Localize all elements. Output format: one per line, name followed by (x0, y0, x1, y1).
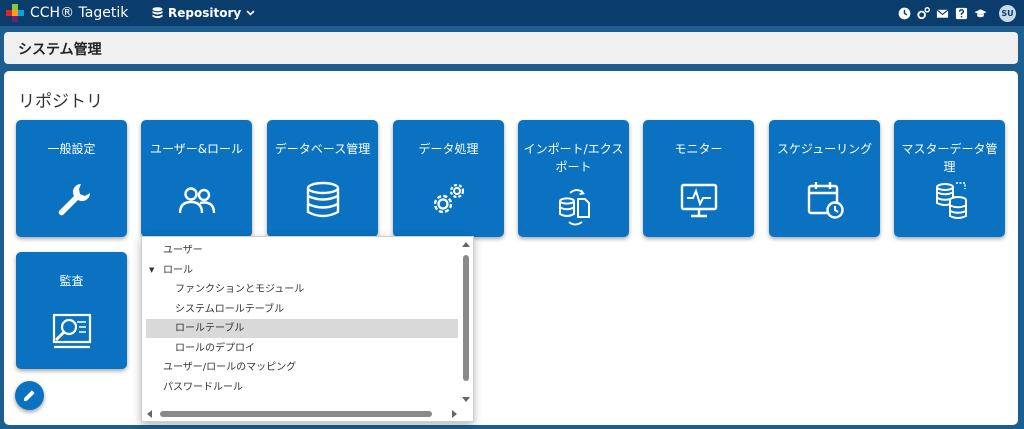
scroll-thumb[interactable] (160, 411, 432, 417)
section-title: リポジトリ (18, 92, 103, 112)
calendar-clock-icon (803, 178, 847, 222)
tile-label: スケジューリング (776, 142, 873, 156)
scroll-thumb[interactable] (463, 255, 469, 381)
scroll-up-icon[interactable] (462, 242, 470, 247)
repository-label: Repository (168, 6, 242, 20)
import-export-icon (552, 184, 596, 228)
scroll-left-icon[interactable] (147, 410, 152, 418)
wrench-icon (50, 178, 94, 222)
repository-selector[interactable]: Repository (152, 4, 255, 22)
graduation-cap-icon[interactable] (974, 7, 987, 20)
vertical-scrollbar[interactable] (461, 239, 471, 405)
tile-label: モニター (674, 142, 723, 156)
caret-down-icon[interactable]: ▼ (149, 261, 154, 280)
help-icon[interactable] (955, 7, 968, 20)
edit-button[interactable] (15, 381, 44, 410)
tagetik-logo-icon (6, 4, 24, 22)
mail-icon[interactable] (936, 7, 949, 20)
tile-users-roles[interactable]: ユーザー&ロール (141, 120, 252, 237)
audit-icon (50, 310, 94, 354)
tile-monitor[interactable]: モニター (643, 120, 754, 237)
tree-item-roles[interactable]: ▼ ロール (146, 261, 458, 280)
monitor-icon (677, 178, 721, 222)
tile-data-processing[interactable]: データ処理 (393, 120, 504, 237)
tree-item-system-role-table[interactable]: システムロールテーブル (146, 300, 458, 319)
scroll-down-icon[interactable] (462, 397, 470, 402)
gears-icon (427, 178, 471, 222)
app-brand: CCH® Tagetik (30, 5, 129, 21)
users-roles-dropdown[interactable]: ユーザー ▼ ロール ファンクションとモジュール システムロールテーブル ロール… (141, 236, 474, 422)
tile-audit[interactable]: 監査 (16, 252, 127, 369)
tile-database-management[interactable]: データベース管理 (267, 120, 378, 237)
page-header: システム管理 (4, 32, 1018, 64)
horizontal-scrollbar[interactable] (144, 409, 460, 419)
tree-item-user-role-mapping[interactable]: ユーザー/ロールのマッピング (146, 358, 458, 377)
tree-item-functions-modules[interactable]: ファンクションとモジュール (146, 280, 458, 299)
database-icon (152, 7, 163, 19)
tile-scheduling[interactable]: スケジューリング (769, 120, 880, 237)
users-icon (175, 178, 219, 222)
scroll-right-icon[interactable] (452, 410, 457, 418)
pencil-icon (23, 390, 35, 402)
top-icons: SU (898, 4, 1016, 22)
tree-item-users[interactable]: ユーザー (146, 241, 458, 260)
chevron-down-icon (246, 10, 255, 16)
tile-label: ユーザー&ロール (149, 142, 244, 156)
tile-master-data-management[interactable]: マスターデータ管理 (894, 120, 1005, 237)
tile-label: データ処理 (418, 142, 479, 156)
database-icon (301, 178, 345, 222)
tile-label: マスターデータ管理 (901, 142, 998, 174)
page-title: システム管理 (18, 42, 102, 58)
tree-item-role-deploy[interactable]: ロールのデプロイ (146, 339, 458, 358)
tree-item-password-rules[interactable]: パスワードルール (146, 378, 458, 397)
top-bar: CCH® Tagetik Repository SU (0, 0, 1024, 26)
master-data-icon (928, 178, 972, 222)
tile-general-settings[interactable]: 一般設定 (16, 120, 127, 237)
tile-label: インポート/エクスポート (523, 142, 624, 174)
tile-import-export[interactable]: インポート/エクスポート (518, 120, 629, 237)
tile-label: 監査 (59, 274, 84, 288)
main-panel: リポジトリ 一般設定 ユーザー&ロール データベース管理 データ処理 インポート… (4, 71, 1018, 425)
clock-icon[interactable] (898, 7, 911, 20)
tile-label: 一般設定 (47, 142, 96, 156)
tile-label: データベース管理 (274, 142, 371, 156)
tree-item-role-table[interactable]: ロールテーブル (146, 319, 458, 338)
user-avatar[interactable]: SU (999, 4, 1016, 22)
settings-icon[interactable] (917, 6, 930, 20)
